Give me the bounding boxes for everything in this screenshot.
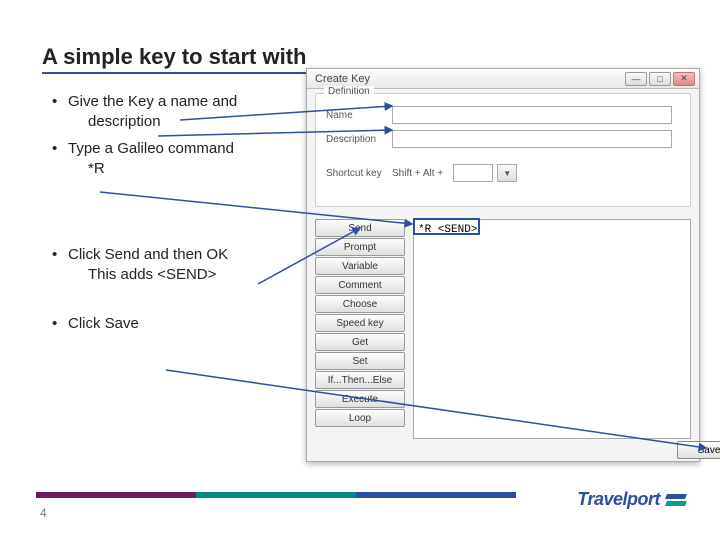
get-button[interactable]: Get: [315, 333, 405, 351]
shortcut-field[interactable]: [453, 164, 493, 182]
bullet-sub: This adds <SEND>: [68, 265, 298, 285]
script-textarea[interactable]: *R <SEND>: [413, 219, 691, 439]
create-key-window: Create Key — □ ✕ Definition Name Descrip…: [306, 68, 700, 462]
bullet-sub: *R: [68, 159, 298, 179]
bullet-text: Click Send and then OK: [68, 246, 228, 263]
page-number: 4: [40, 506, 47, 520]
description-label: Description: [326, 134, 392, 145]
comment-button[interactable]: Comment: [315, 276, 405, 294]
prompt-button[interactable]: Prompt: [315, 238, 405, 256]
window-title: Create Key: [315, 73, 370, 85]
save-button[interactable]: Save: [677, 441, 720, 459]
bullet-sub: description: [68, 112, 298, 132]
bullet-text: Click Save: [68, 315, 139, 332]
command-text: *R <SEND>: [418, 224, 477, 236]
choose-button[interactable]: Choose: [315, 295, 405, 313]
set-button[interactable]: Set: [315, 352, 405, 370]
if-then-else-button[interactable]: If...Then...Else: [315, 371, 405, 389]
shortcut-prefix: Shift + Alt +: [392, 168, 443, 179]
action-button-column: Send Prompt Variable Comment Choose Spee…: [315, 219, 405, 428]
definition-group: Definition Name Description Shortcut key…: [315, 93, 691, 207]
footer-color-bar: [36, 492, 516, 498]
bullet-item: Type a Galileo command *R: [48, 139, 298, 180]
brand-name: Travelport: [577, 489, 660, 510]
description-field[interactable]: [392, 130, 672, 148]
bullet-text: Type a Galileo command: [68, 140, 234, 157]
bullet-list: Give the Key a name and description Type…: [48, 92, 298, 340]
group-label: Definition: [324, 86, 374, 97]
minimize-button[interactable]: —: [625, 72, 647, 86]
brand-logo: Travelport: [577, 489, 686, 510]
chevron-down-icon[interactable]: ▼: [497, 164, 517, 182]
loop-button[interactable]: Loop: [315, 409, 405, 427]
maximize-button[interactable]: □: [649, 72, 671, 86]
close-button[interactable]: ✕: [673, 72, 695, 86]
bullet-item: Click Save: [48, 314, 298, 334]
execute-button[interactable]: Execute: [315, 390, 405, 408]
send-button[interactable]: Send: [315, 219, 405, 237]
bullet-text: Give the Key a name and: [68, 93, 237, 110]
speed-key-button[interactable]: Speed key: [315, 314, 405, 332]
name-field[interactable]: [392, 106, 672, 124]
bullet-item: Give the Key a name and description: [48, 92, 298, 133]
name-label: Name: [326, 110, 392, 121]
slide-title: A simple key to start with: [42, 44, 342, 74]
variable-button[interactable]: Variable: [315, 257, 405, 275]
brand-mark-icon: [666, 494, 686, 506]
bullet-item: Click Send and then OK This adds <SEND>: [48, 245, 298, 286]
shortcut-label: Shortcut key: [326, 168, 392, 179]
